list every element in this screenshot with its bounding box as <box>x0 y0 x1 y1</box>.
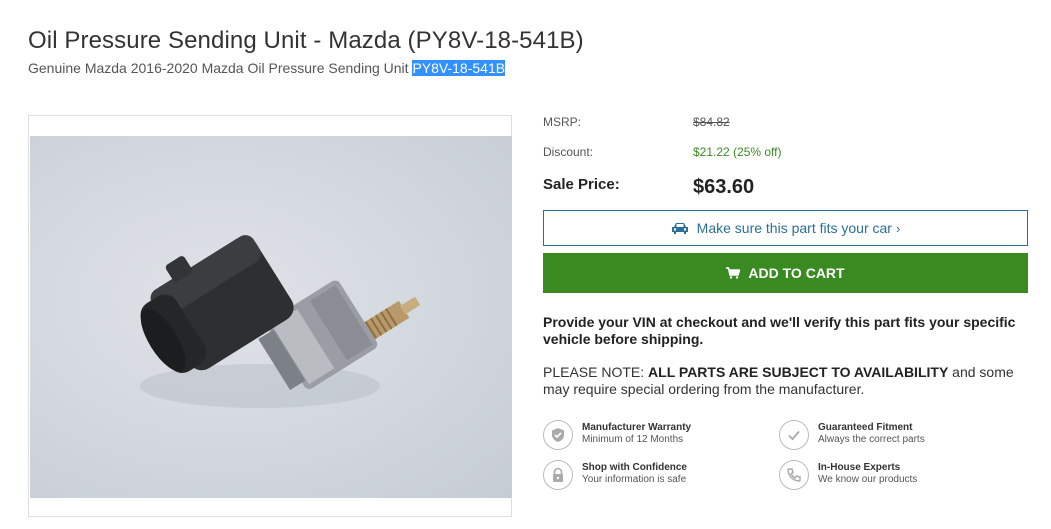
feature-fitment: Guaranteed Fitment Always the correct par… <box>779 420 925 450</box>
discount-label: Discount: <box>543 145 594 159</box>
feature-warranty: Manufacturer Warranty Minimum of 12 Month… <box>543 420 691 450</box>
note-prefix: PLEASE NOTE: <box>543 364 649 380</box>
feature-sub: We know our products <box>818 474 918 485</box>
part-number-highlight[interactable]: PY8V-18-541B <box>412 60 506 76</box>
discount-value: $21.22 (25% off) <box>693 145 782 159</box>
add-to-cart-label: ADD TO CART <box>748 265 845 281</box>
feature-title: Guaranteed Fitment <box>818 422 913 433</box>
feature-experts: In-House Experts We know our products <box>779 460 917 490</box>
feature-title: In-House Experts <box>818 462 901 473</box>
msrp-value: $84.82 <box>693 115 730 129</box>
add-to-cart-button[interactable]: ADD TO CART <box>543 253 1028 293</box>
check-fitment-button[interactable]: Make sure this part fits your car › <box>543 210 1028 246</box>
product-image-frame[interactable] <box>28 115 512 517</box>
lock-icon <box>543 460 573 490</box>
chevron-right-icon: › <box>895 220 901 236</box>
product-photo <box>30 136 512 498</box>
cart-icon <box>726 267 741 279</box>
sale-price-label: Sale Price: <box>543 176 620 193</box>
availability-note: PLEASE NOTE: ALL PARTS ARE SUBJECT TO AV… <box>543 364 1023 398</box>
shield-icon <box>543 420 573 450</box>
feature-title: Manufacturer Warranty <box>582 422 692 433</box>
feature-sub: Minimum of 12 Months <box>582 434 684 445</box>
page-subtitle: Genuine Mazda 2016-2020 Mazda Oil Pressu… <box>28 60 506 76</box>
sale-price-value: $63.60 <box>693 176 755 198</box>
feature-sub: Your information is safe <box>582 474 687 485</box>
phone-icon <box>779 460 809 490</box>
check-icon <box>779 420 809 450</box>
vin-notice: Provide your VIN at checkout and we'll v… <box>543 314 1016 347</box>
subtitle-text: Genuine Mazda 2016-2020 Mazda Oil Pressu… <box>28 60 413 76</box>
page-title: Oil Pressure Sending Unit - Mazda (PY8V-… <box>28 27 584 54</box>
check-fitment-label: Make sure this part fits your car <box>696 220 892 236</box>
feature-sub: Always the correct parts <box>818 434 925 445</box>
car-icon <box>671 221 689 235</box>
note-bold: ALL PARTS ARE SUBJECT TO AVAILABILITY <box>648 364 949 380</box>
feature-confidence: Shop with Confidence Your information is … <box>543 460 687 490</box>
msrp-label: MSRP: <box>543 115 582 129</box>
feature-title: Shop with Confidence <box>582 462 687 473</box>
